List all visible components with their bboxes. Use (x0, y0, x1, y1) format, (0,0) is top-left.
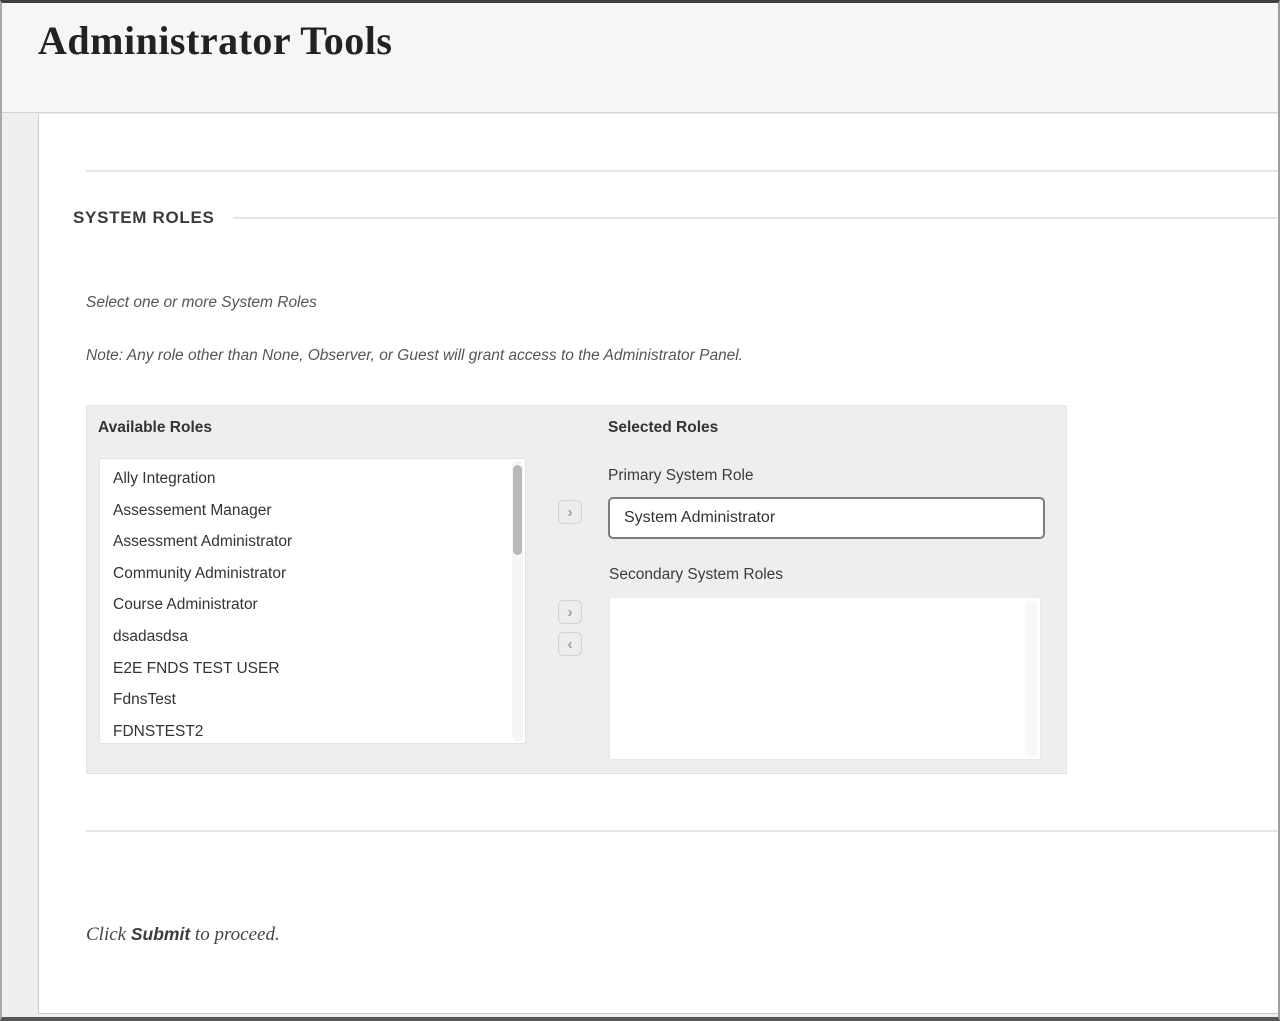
available-role-option[interactable]: E2E FNDS TEST USER (100, 653, 525, 685)
selected-roles-label: Selected Roles (608, 419, 718, 437)
chevron-right-icon: › (568, 605, 573, 620)
available-role-option[interactable]: FdnsTest (100, 684, 525, 716)
bottom-divider (86, 830, 1278, 832)
content-panel: SYSTEM ROLES Select one or more System R… (38, 114, 1278, 1014)
note-text: Note: Any role other than None, Observer… (86, 347, 743, 365)
section-heading-label: SYSTEM ROLES (73, 208, 215, 228)
available-role-option[interactable]: FDNSTEST2 (100, 716, 525, 744)
top-divider (86, 170, 1278, 172)
submit-instruction-prefix: Click (86, 924, 131, 945)
chevron-right-icon: › (568, 505, 573, 520)
available-roles-listbox[interactable]: Ally IntegrationAssessement ManagerAsses… (99, 458, 526, 744)
available-role-option[interactable]: Community Administrator (100, 558, 525, 590)
available-role-option[interactable]: Course Administrator (100, 589, 525, 621)
submit-keyword: Submit (131, 924, 190, 944)
system-roles-panel: Available Roles Ally IntegrationAssessem… (86, 405, 1067, 774)
chevron-left-icon: ‹ (568, 637, 573, 652)
available-role-option[interactable]: dsadasdsa (100, 621, 525, 653)
instruction-text: Select one or more System Roles (86, 294, 317, 312)
available-roles-label: Available Roles (98, 419, 212, 437)
move-to-primary-button[interactable]: › (558, 500, 582, 524)
primary-system-role-input[interactable] (608, 497, 1045, 539)
remove-from-secondary-button[interactable]: ‹ (558, 632, 582, 656)
scrollbar-thumb[interactable] (513, 465, 522, 555)
available-role-option[interactable]: Assessement Manager (100, 495, 525, 527)
available-role-option[interactable]: Ally Integration (100, 463, 525, 495)
move-to-secondary-button[interactable]: › (558, 600, 582, 624)
submit-instruction-suffix: to proceed. (190, 924, 280, 945)
secondary-listbox-scrollbar[interactable] (1025, 600, 1038, 757)
page-title: Administrator Tools (38, 17, 392, 64)
primary-system-role-label: Primary System Role (608, 467, 754, 485)
secondary-system-roles-listbox[interactable] (609, 597, 1041, 760)
heading-rule (233, 217, 1278, 219)
available-roles-list: Ally IntegrationAssessement ManagerAsses… (100, 459, 525, 744)
listbox-scrollbar[interactable] (512, 461, 523, 741)
system-roles-section-heading: SYSTEM ROLES (73, 208, 1278, 228)
page-header: Administrator Tools (2, 3, 1278, 113)
administrator-tools-page: Administrator Tools SYSTEM ROLES Select … (0, 0, 1280, 1021)
submit-instruction: Click Submit to proceed. (86, 924, 280, 946)
secondary-system-roles-label: Secondary System Roles (609, 566, 783, 584)
available-role-option[interactable]: Assessment Administrator (100, 526, 525, 558)
